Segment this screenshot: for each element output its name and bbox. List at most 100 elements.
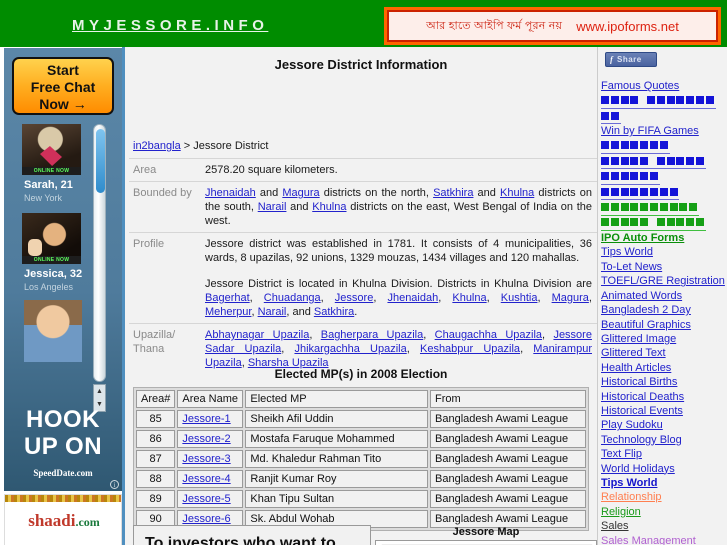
- link-division-jhenaidah[interactable]: Jhenaidah: [387, 292, 438, 304]
- breadcrumb-row: in2bangla > Jessore District: [129, 135, 597, 159]
- sidebar-link-toefl-gre-registration[interactable]: TOEFL/GRE Registration: [601, 274, 727, 288]
- link-jessore-5[interactable]: Jessore-5: [182, 493, 230, 505]
- link-division-kushtia[interactable]: Kushtia: [501, 292, 538, 304]
- link-jessore-4[interactable]: Jessore-4: [182, 473, 230, 485]
- sidebar-link-health-articles[interactable]: Health Articles: [601, 361, 727, 375]
- facebook-icon: f: [610, 55, 613, 64]
- sidebar-link-to-let-news[interactable]: To-Let News: [601, 260, 727, 274]
- ad-info-icon[interactable]: i: [110, 480, 119, 489]
- link-division-chuadanga[interactable]: Chuadanga: [264, 292, 321, 304]
- cell-area-name: Jessore-2: [177, 430, 244, 448]
- sidebar-link-unrendered-glyphs-9[interactable]: [601, 216, 706, 232]
- link-division-narail[interactable]: Narail: [258, 306, 287, 318]
- sidebar-link-unrendered-glyphs-2[interactable]: [601, 109, 621, 125]
- missing-glyph-box: [601, 187, 609, 196]
- sidebar-link-sales-management[interactable]: Sales Management: [601, 534, 727, 545]
- link-upazila-keshabpur[interactable]: Keshabpur Upazila: [420, 343, 520, 355]
- missing-glyph-box: [630, 172, 639, 181]
- link-upazila-abhaynagar[interactable]: Abhaynagar Upazila: [205, 329, 309, 341]
- speeddate-cta-button[interactable]: Start Free Chat Now →: [12, 57, 114, 115]
- label-profile: Profile: [129, 232, 201, 324]
- cell-area-no: 86: [136, 430, 176, 448]
- sidebar-link-historical-events[interactable]: Historical Events: [601, 404, 727, 418]
- ad-scrollbar-track[interactable]: [93, 124, 106, 382]
- sidebar-link-unrendered-glyphs-8[interactable]: [601, 200, 699, 216]
- sidebar-link-glittered-image[interactable]: Glittered Image: [601, 332, 727, 346]
- shaadi-logo: shaadi.com: [5, 511, 123, 531]
- profile-photo-jessica[interactable]: ONLINE NOW: [22, 213, 81, 264]
- link-jessore-2[interactable]: Jessore-2: [182, 433, 230, 445]
- left-ad-column: Start Free Chat Now → ONLINE NOW Sarah, …: [0, 47, 122, 545]
- sidebar-link-play-sudoku[interactable]: Play Sudoku: [601, 418, 727, 432]
- sidebar-link-famous-quotes[interactable]: Famous Quotes: [601, 79, 727, 93]
- link-jessore-1[interactable]: Jessore-1: [182, 413, 230, 425]
- cell-from: Bangladesh Awami League: [430, 490, 586, 508]
- sidebar-link-bangladesh-2-day[interactable]: Bangladesh 2 Day: [601, 303, 727, 317]
- site-title-link[interactable]: MYJESSORE.INFO: [72, 17, 268, 34]
- tagline-line-1: HOOK: [26, 406, 100, 433]
- sidebar-link-glittered-text[interactable]: Glittered Text: [601, 346, 727, 360]
- sidebar-link-historical-deaths[interactable]: Historical Deaths: [601, 390, 727, 404]
- link-khulna-1[interactable]: Khulna: [500, 187, 534, 199]
- facebook-share-label: Share: [617, 55, 642, 64]
- sidebar-link-win-by-fifa-games[interactable]: Win by FIFA Games: [601, 124, 727, 138]
- missing-glyph-box: [640, 218, 649, 227]
- sidebar-link-tips-world[interactable]: Tips World: [601, 245, 727, 259]
- link-magura[interactable]: Magura: [282, 187, 319, 199]
- link-satkhira[interactable]: Satkhira: [433, 187, 473, 199]
- sidebar-link-unrendered-glyphs-5[interactable]: [601, 154, 706, 170]
- elected-mp-table: Area# Area Name Elected MP From 85 Jessor…: [133, 387, 589, 531]
- link-jessore-3[interactable]: Jessore-3: [182, 453, 230, 465]
- facebook-share-button[interactable]: f Share: [605, 52, 657, 67]
- sidebar-link-unrendered-glyphs-4[interactable]: [601, 139, 670, 155]
- missing-glyph-box: [659, 203, 668, 212]
- sidebar-link-animated-words[interactable]: Animated Words: [601, 289, 727, 303]
- sidebar-link-relationship[interactable]: Relationship: [601, 490, 727, 504]
- missing-glyph-box: [656, 96, 665, 105]
- sidebar-link-unrendered-glyphs-7[interactable]: [601, 185, 680, 201]
- missing-glyph-box: [610, 111, 619, 120]
- jessore-map-image[interactable]: Jessore Chaugachha JHENAIDAH MAGURA 89°0…: [375, 540, 597, 545]
- cell-elected-mp: Md. Khaledur Rahman Tito: [245, 450, 428, 468]
- link-jessore-6[interactable]: Jessore-6: [182, 513, 230, 525]
- link-division-jessore[interactable]: Jessore: [335, 292, 374, 304]
- sidebar-link-religion[interactable]: Religion: [601, 505, 727, 519]
- sidebar-link-historical-births[interactable]: Historical Births: [601, 375, 727, 389]
- district-info-table: in2bangla > Jessore District Area 2578.2…: [129, 135, 597, 374]
- missing-glyph-box: [640, 187, 649, 196]
- link-narail[interactable]: Narail: [258, 201, 287, 213]
- link-division-satkhira[interactable]: Satkhira: [314, 306, 354, 318]
- link-jhenaidah[interactable]: Jhenaidah: [205, 187, 256, 199]
- profile-photo-third[interactable]: [24, 300, 82, 362]
- ad-scrollbar-thumb[interactable]: [96, 129, 105, 193]
- link-upazila-chaugachha[interactable]: Chaugachha Upazila: [435, 329, 542, 341]
- speeddate-ad[interactable]: Start Free Chat Now → ONLINE NOW Sarah, …: [4, 48, 122, 491]
- link-division-magura[interactable]: Magura: [552, 292, 589, 304]
- sidebar-link-beautiful-graphics[interactable]: Beautiful Graphics: [601, 318, 727, 332]
- sidebar-link-ipo-auto-forms[interactable]: IPO Auto Forms: [601, 231, 727, 245]
- scroll-up-icon[interactable]: ▲: [94, 385, 105, 398]
- link-division-meherpur[interactable]: Meherpur: [205, 306, 251, 318]
- link-khulna-2[interactable]: Khulna: [312, 201, 346, 213]
- profile-paragraph-1: Jessore district was established in 1781…: [205, 238, 592, 264]
- link-upazila-jhikargachha[interactable]: Jhikargachha Upazila: [294, 343, 406, 355]
- investment-ad[interactable]: To investors who want to retire comforta…: [133, 525, 371, 545]
- separator: ,: [588, 292, 592, 304]
- header-banner-ad[interactable]: আর হাতে আইপি ফর্ম পূরন নয় www.ipoforms.…: [384, 7, 721, 45]
- sidebar-link-text-flip[interactable]: Text Flip: [601, 447, 727, 461]
- breadcrumb-root-link[interactable]: in2bangla: [133, 140, 181, 152]
- sidebar-link-unrendered-glyphs-1[interactable]: [601, 93, 716, 109]
- table-header-row: Area# Area Name Elected MP From: [136, 390, 586, 408]
- shaadi-ad[interactable]: shaadi.com: [4, 494, 122, 545]
- sidebar-link-sales[interactable]: Sales: [601, 519, 727, 533]
- sidebar-link-world-holidays[interactable]: World Holidays: [601, 462, 727, 476]
- sidebar-link-tips-world[interactable]: Tips World: [601, 476, 727, 490]
- link-upazila-bagherpara[interactable]: Bagherpara Upazila: [321, 329, 424, 341]
- link-division-khulna[interactable]: Khulna: [452, 292, 486, 304]
- sidebar-link-unrendered-glyphs-6[interactable]: [601, 169, 660, 185]
- sidebar-link-technology-blog[interactable]: Technology Blog: [601, 433, 727, 447]
- profile-photo-sarah[interactable]: ONLINE NOW: [22, 124, 81, 175]
- table-row: 86 Jessore-2 Mostafa Faruque Mohammed Bangl…: [136, 430, 586, 448]
- missing-glyph-box: [620, 96, 629, 105]
- link-division-bagerhat[interactable]: Bagerhat: [205, 292, 250, 304]
